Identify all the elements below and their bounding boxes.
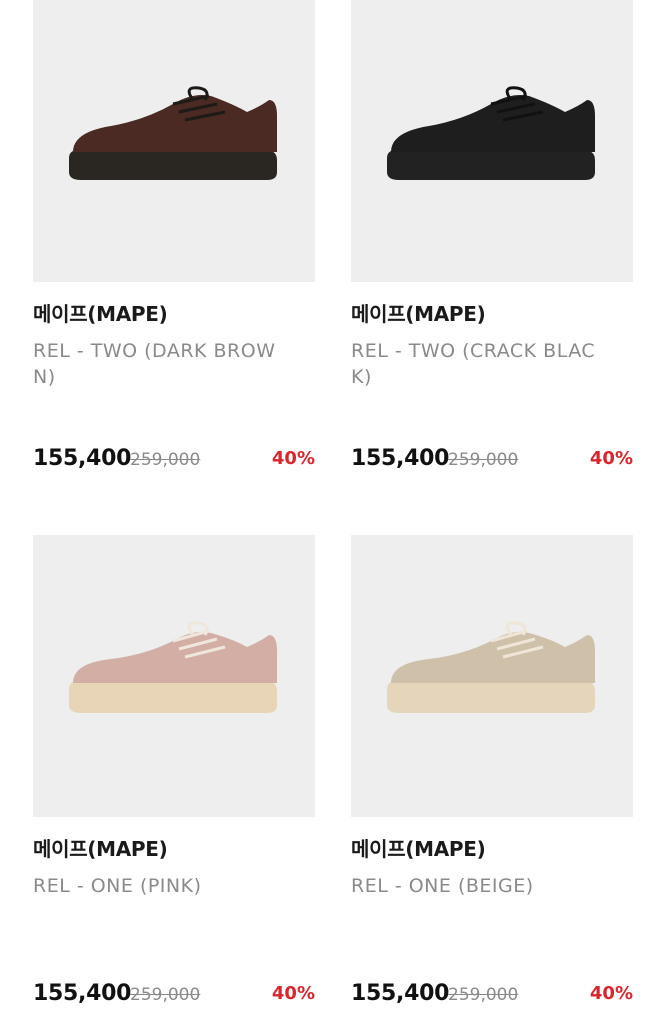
price-row: 155,400 259,000 40% xyxy=(351,446,633,476)
price-row: 155,400 259,000 40% xyxy=(351,981,633,1011)
product-grid: 메이프(MAPE) REL - TWO (DARK BROWN) 155,400… xyxy=(0,0,666,1012)
product-name: REL - TWO (DARK BROWN) xyxy=(33,340,276,388)
discount-badge: 40% xyxy=(271,448,315,469)
product-card[interactable]: 메이프(MAPE) REL - ONE (BEIGE) 155,400 259,… xyxy=(351,535,633,1025)
original-price: 259,000 xyxy=(448,450,519,470)
product-name: REL - ONE (PINK) xyxy=(33,875,202,897)
product-thumbnail[interactable] xyxy=(351,0,633,282)
price-row: 155,400 259,000 40% xyxy=(33,981,315,1011)
shoe-image xyxy=(387,86,595,180)
product-card[interactable]: 메이프(MAPE) REL - ONE (PINK) 155,400 259,0… xyxy=(33,535,315,1025)
sale-price: 155,400 xyxy=(33,446,132,471)
shoe-image xyxy=(69,86,277,180)
product-brand: 메이프(MAPE) xyxy=(351,837,486,861)
discount-badge: 40% xyxy=(271,983,315,1004)
original-price: 259,000 xyxy=(130,985,201,1005)
sale-price: 155,400 xyxy=(33,981,132,1006)
sale-price: 155,400 xyxy=(351,446,450,471)
product-card[interactable]: 메이프(MAPE) REL - TWO (DARK BROWN) 155,400… xyxy=(33,0,315,490)
sale-price: 155,400 xyxy=(351,981,450,1006)
original-price: 259,000 xyxy=(130,450,201,470)
discount-badge: 40% xyxy=(589,983,633,1004)
product-thumbnail[interactable] xyxy=(33,535,315,817)
product-thumbnail[interactable] xyxy=(33,0,315,282)
shoe-image xyxy=(69,621,277,713)
product-thumbnail[interactable] xyxy=(351,535,633,817)
product-card[interactable]: 메이프(MAPE) REL - TWO (CRACK BLACK) 155,40… xyxy=(351,0,633,490)
product-name: REL - ONE (BEIGE) xyxy=(351,875,534,897)
product-brand: 메이프(MAPE) xyxy=(351,302,486,326)
product-brand: 메이프(MAPE) xyxy=(33,302,168,326)
product-brand: 메이프(MAPE) xyxy=(33,837,168,861)
discount-badge: 40% xyxy=(589,448,633,469)
shoe-image xyxy=(387,621,595,713)
original-price: 259,000 xyxy=(448,985,519,1005)
product-name: REL - TWO (CRACK BLACK) xyxy=(351,340,596,388)
price-row: 155,400 259,000 40% xyxy=(33,446,315,476)
